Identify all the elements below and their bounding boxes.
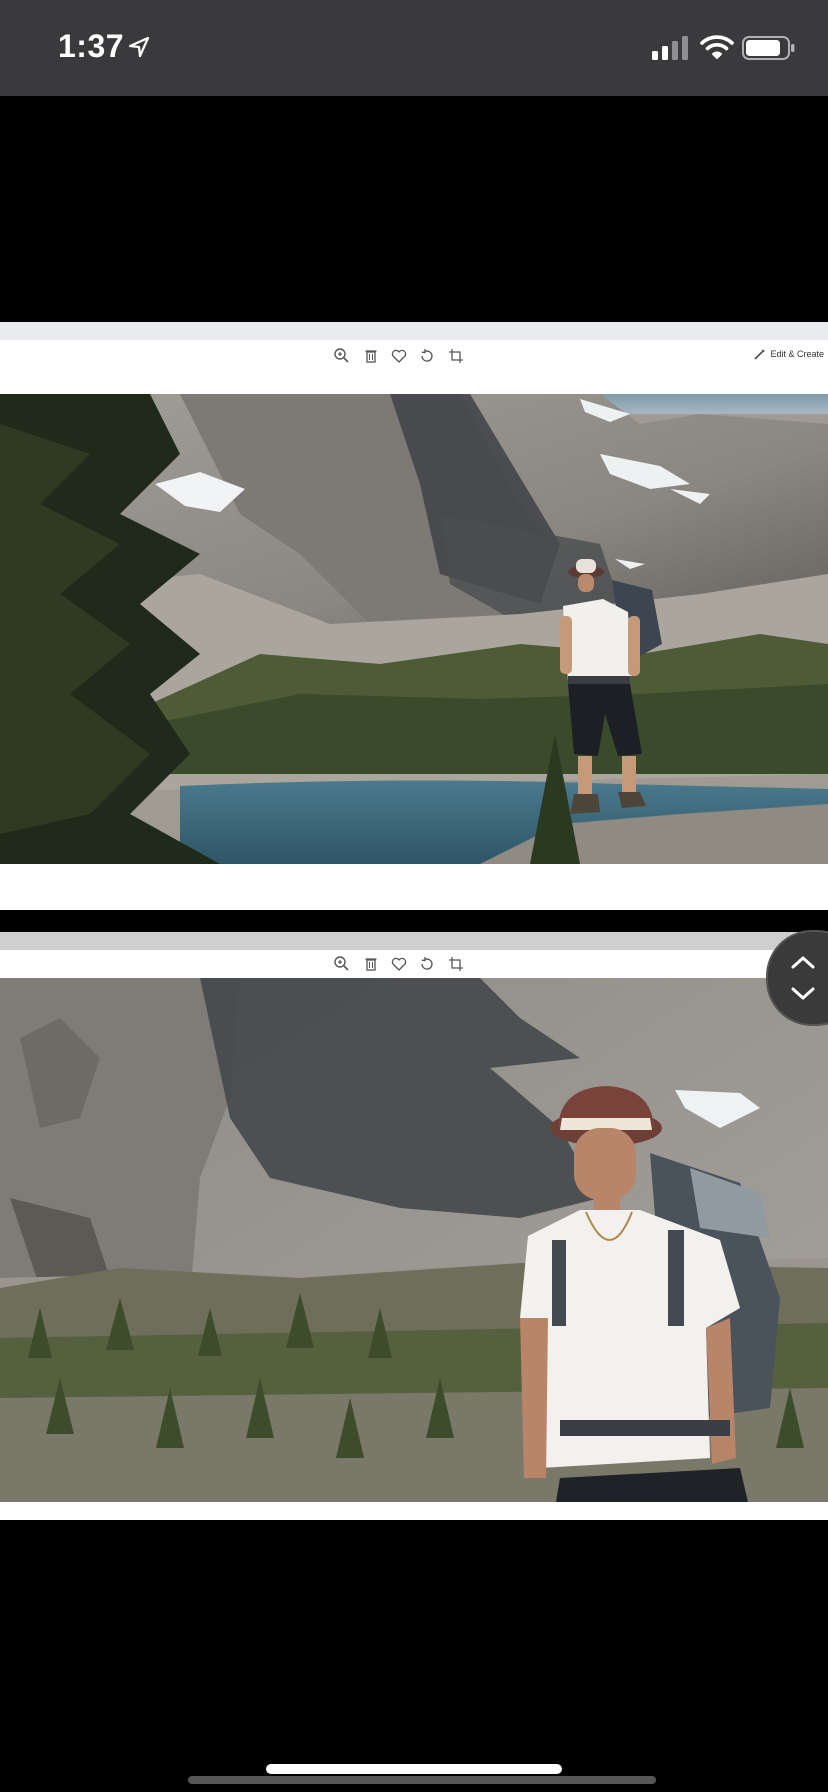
zoom-in-icon[interactable] [332, 346, 352, 366]
photo-toolbar [0, 950, 828, 978]
favorite-icon[interactable] [389, 346, 409, 366]
photo-hiker-closeup [0, 978, 828, 1502]
location-arrow-icon [128, 36, 150, 58]
photo-toolbar: Edit & Create [0, 340, 828, 372]
slide-top-strip [0, 932, 828, 950]
edit-create-icon [754, 349, 766, 360]
edit-create-button[interactable]: Edit & Create [754, 348, 824, 360]
rotate-icon[interactable] [417, 954, 437, 974]
status-time: 1:37 [58, 28, 125, 64]
wifi-icon [700, 35, 734, 59]
battery-icon [742, 36, 795, 60]
rotate-icon[interactable] [417, 346, 437, 366]
home-indicator[interactable] [266, 1764, 562, 1774]
delete-icon[interactable] [361, 346, 381, 366]
chevron-down-icon[interactable] [790, 986, 816, 1002]
delete-icon[interactable] [361, 954, 381, 974]
slide-top-strip [0, 322, 828, 340]
cellular-signal-icon [652, 36, 688, 60]
status-bar: 1:37 [0, 0, 828, 96]
photo-slide-2[interactable] [0, 932, 828, 1520]
photo-hiker-lake [0, 394, 828, 864]
favorite-icon[interactable] [389, 954, 409, 974]
edit-create-label: Edit & Create [770, 349, 824, 359]
crop-icon[interactable] [446, 346, 466, 366]
crop-icon[interactable] [446, 954, 466, 974]
zoom-in-icon[interactable] [332, 954, 352, 974]
chevron-up-icon[interactable] [790, 954, 816, 970]
scroll-track [188, 1776, 656, 1784]
photo-slide-1[interactable]: Edit & Create [0, 322, 828, 910]
